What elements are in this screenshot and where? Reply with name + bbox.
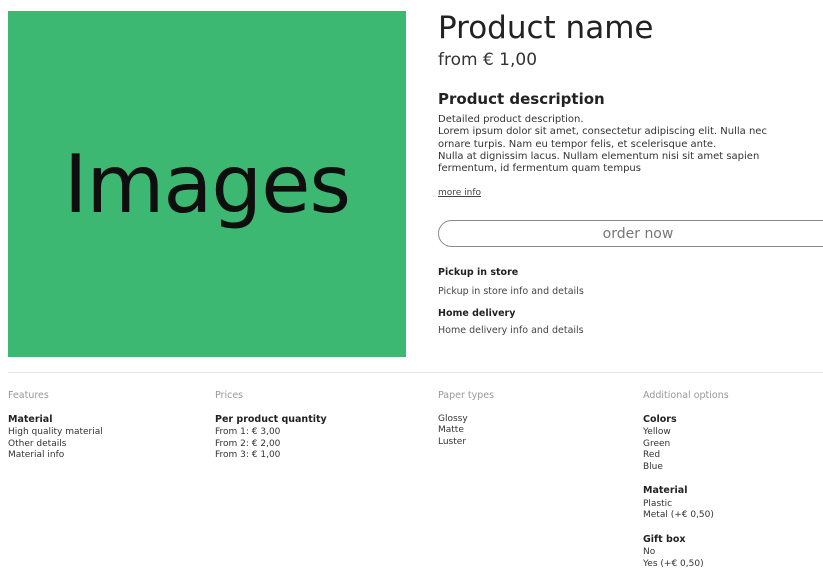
prices-quantity-title: Per product quantity: [215, 413, 327, 425]
more-info-link[interactable]: more info: [438, 188, 481, 198]
price-tier: From 2: € 2,00: [215, 438, 281, 449]
description-line: Nulla at dignissim lacus. Nullam element…: [438, 150, 760, 162]
description-line: Detailed product description.: [438, 114, 584, 125]
description-line: fermentum, id fermentum quam tempus: [438, 163, 641, 175]
giftbox-group: Gift box No Yes (+€ 0,50): [643, 534, 729, 571]
product-image-placeholder: Images: [8, 11, 406, 357]
material-option[interactable]: Metal (+€ 0,50): [643, 510, 729, 522]
description-line: Lorem ipsum dolor sit amet, consectetur …: [438, 126, 767, 138]
product-price: from € 1,00: [438, 50, 538, 70]
features-heading: Features: [8, 390, 49, 401]
color-option[interactable]: Blue: [643, 462, 729, 474]
pickup-text: Pickup in store info and details: [438, 286, 584, 297]
paper-type-option[interactable]: Matte: [438, 425, 494, 437]
features-material-title: Material: [8, 413, 53, 425]
color-option[interactable]: Red: [643, 450, 729, 462]
description-title: Product description: [438, 90, 605, 108]
feature-item: Material info: [8, 450, 65, 460]
additional-options-column: Additional options Colors Yellow Green R…: [643, 390, 729, 582]
color-option[interactable]: Green: [643, 439, 729, 451]
giftbox-option[interactable]: No: [643, 547, 729, 559]
prices-column: Prices Per product quantity From 1: € 3,…: [215, 390, 327, 462]
giftbox-option[interactable]: Yes (+€ 0,50): [643, 559, 729, 571]
product-name: Product name: [438, 10, 654, 46]
material-title: Material: [643, 485, 688, 496]
paper-types-heading: Paper types: [438, 390, 495, 401]
color-option[interactable]: Yellow: [643, 427, 729, 439]
paper-types-column: Paper types Glossy Matte Luster: [438, 390, 494, 448]
description-text: Detailed product description. Lorem ipsu…: [438, 114, 823, 175]
material-option[interactable]: Plastic: [643, 499, 729, 511]
image-placeholder-label: Images: [63, 137, 351, 231]
material-group: Material Plastic Metal (+€ 0,50): [643, 485, 729, 522]
price-tier: From 1: € 3,00: [215, 427, 281, 437]
feature-item: Other details: [8, 438, 67, 449]
order-now-button[interactable]: order now: [438, 220, 823, 247]
features-column: Features Material High quality material …: [8, 390, 103, 462]
paper-type-option[interactable]: Luster: [438, 437, 494, 449]
description-line: ornare turpis. Nam eu tempor felis, et s…: [438, 138, 717, 150]
colors-group: Colors Yellow Green Red Blue: [643, 414, 729, 474]
pickup-title: Pickup in store: [438, 267, 519, 278]
price-tier: From 3: € 1,00: [215, 450, 281, 460]
feature-item: High quality material: [8, 427, 103, 437]
giftbox-title: Gift box: [643, 533, 686, 545]
additional-options-heading: Additional options: [643, 390, 729, 401]
delivery-title: Home delivery: [438, 308, 516, 319]
prices-heading: Prices: [215, 390, 244, 401]
delivery-text: Home delivery info and details: [438, 325, 584, 336]
paper-type-option[interactable]: Glossy: [438, 414, 494, 426]
colors-title: Colors: [643, 413, 677, 425]
section-divider: [8, 372, 823, 373]
